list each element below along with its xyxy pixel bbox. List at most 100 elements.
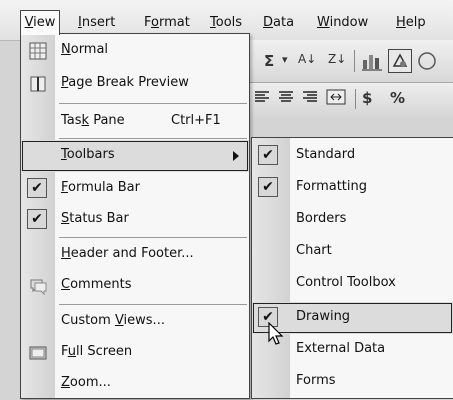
merge-center-icon[interactable] [326,88,346,110]
mnemonic: C [61,277,71,292]
mnemonic: u [67,344,77,359]
menu-separator [59,138,247,139]
menu-item-label: Page Break Preview [61,75,189,90]
menu-view-mnemonic: V [24,15,34,30]
label-pre: Custom [61,313,115,328]
menu-window-label: indow [329,15,369,30]
menu-insert-label: nsert [81,15,116,30]
label-text: ormal [70,42,109,57]
help-icon[interactable] [416,50,438,76]
label-text: eader and Footer... [70,246,194,261]
toolbar-separator [355,89,356,109]
menu-view-label: iew [33,15,56,30]
label-text: tatus Bar [69,211,129,226]
menu-item-comments[interactable]: Comments [21,270,249,302]
label-text: omments [70,277,132,292]
menu-item-formula-bar[interactable]: ✔ Formula Bar [21,173,249,205]
currency-button[interactable]: $ [362,89,372,107]
menu-format[interactable]: Format [144,12,190,34]
menu-item-full-screen[interactable]: Full Screen [21,337,249,369]
align-left-icon[interactable] [254,89,270,109]
menu-item-label: Header and Footer... [61,246,194,261]
mnemonic: H [61,246,71,261]
mnemonic: V [114,313,124,328]
menu-item-zoom[interactable]: Zoom... [21,368,249,400]
chart-wizard-icon[interactable] [361,50,383,76]
menu-item-task-pane[interactable]: Task Pane Ctrl+F1 [21,106,249,138]
shortcut-label: Ctrl+F1 [171,113,221,128]
menu-tools-label: ools [215,15,243,30]
submenu-item-label: Forms [296,373,336,388]
menu-separator [59,304,247,305]
autosum-dropdown-icon[interactable]: ▾ [282,53,288,66]
label-text: oolbars [66,147,115,162]
percent-button[interactable]: % [390,89,405,107]
menu-item-toolbars[interactable]: Toolbars [21,140,249,172]
align-right-icon[interactable] [302,89,318,109]
label-pre: F [61,344,68,359]
menu-item-label: Custom Views... [61,313,165,328]
menu-data[interactable]: Data [263,12,294,34]
submenu-item-control-toolbox[interactable]: Control Toolbox [252,268,453,300]
menu-help[interactable]: Help [396,12,426,34]
menu-separator [59,103,247,104]
submenu-item-forms[interactable]: Forms [252,366,453,398]
menu-help-mnemonic: H [396,15,406,30]
page-break-icon [29,75,47,93]
submenu-item-borders[interactable]: Borders [252,204,453,236]
menu-data-mnemonic: D [263,15,274,30]
menu-item-label: Status Bar [61,211,129,226]
label-pre: Tas [61,113,82,128]
mnemonic: Z [61,375,70,390]
submenu-item-label: Control Toolbox [296,275,396,290]
menu-view[interactable]: View [20,10,60,35]
toolbars-submenu: ✔ Standard ✔ Formatting Borders Chart Co… [251,137,453,399]
label-text: age Break Preview [68,75,189,90]
full-screen-icon [29,344,47,362]
checkmark-icon: ✔ [27,178,47,198]
drawing-toggle-icon[interactable] [388,49,412,73]
submenu-item-label: Standard [296,147,356,162]
submenu-item-label: Borders [296,211,347,226]
label-text: Pane [89,113,125,128]
checkmark-icon: ✔ [258,145,278,165]
submenu-item-label: Formatting [296,179,368,194]
menu-format-label: rmat [158,15,190,30]
menu-item-normal[interactable]: Normal [21,35,249,67]
comments-icon [29,277,47,296]
submenu-arrow-icon [233,151,239,161]
menu-separator [59,237,247,238]
view-menu: Normal Page Break Preview Task Pane Ctrl… [20,33,250,399]
submenu-item-chart[interactable]: Chart [252,236,453,268]
menu-item-label: Formula Bar [61,180,140,195]
label-text: ll Screen [76,344,133,359]
submenu-item-formatting[interactable]: ✔ Formatting [252,172,453,204]
menu-item-label: Comments [61,277,131,292]
checkmark-icon: ✔ [27,209,47,229]
toolbar-separator [354,50,355,72]
align-center-icon[interactable] [278,89,294,109]
checkmark-icon: ✔ [258,177,278,197]
submenu-item-label: External Data [296,341,386,356]
mnemonic: F [61,180,69,195]
menu-window-mnemonic: W [317,15,330,30]
menu-tools[interactable]: Tools [210,12,242,34]
menu-item-custom-views[interactable]: Custom Views... [21,306,249,338]
label-text: ormula Bar [68,180,140,195]
standard-toolbar: Σ ▾ A↓ Z↓ [240,40,453,83]
menu-item-page-break-preview[interactable]: Page Break Preview [21,68,249,100]
label-text: oom... [69,375,111,390]
menu-format-pre: F [144,15,152,30]
menu-insert[interactable]: Insert [78,12,115,34]
submenu-item-standard[interactable]: ✔ Standard [252,140,453,172]
sort-ascending-button[interactable]: A↓ [298,52,316,66]
menu-window[interactable]: Window [317,12,368,34]
autosum-button[interactable]: Σ [264,52,274,70]
menu-item-status-bar[interactable]: ✔ Status Bar [21,204,249,236]
menu-item-label: Normal [61,42,108,57]
menu-item-header-footer[interactable]: Header and Footer... [21,239,249,271]
sort-descending-button[interactable]: Z↓ [328,52,346,66]
submenu-item-label: Drawing [296,309,351,324]
menu-data-label: ata [273,15,295,30]
menu-item-label: Toolbars [61,147,115,162]
